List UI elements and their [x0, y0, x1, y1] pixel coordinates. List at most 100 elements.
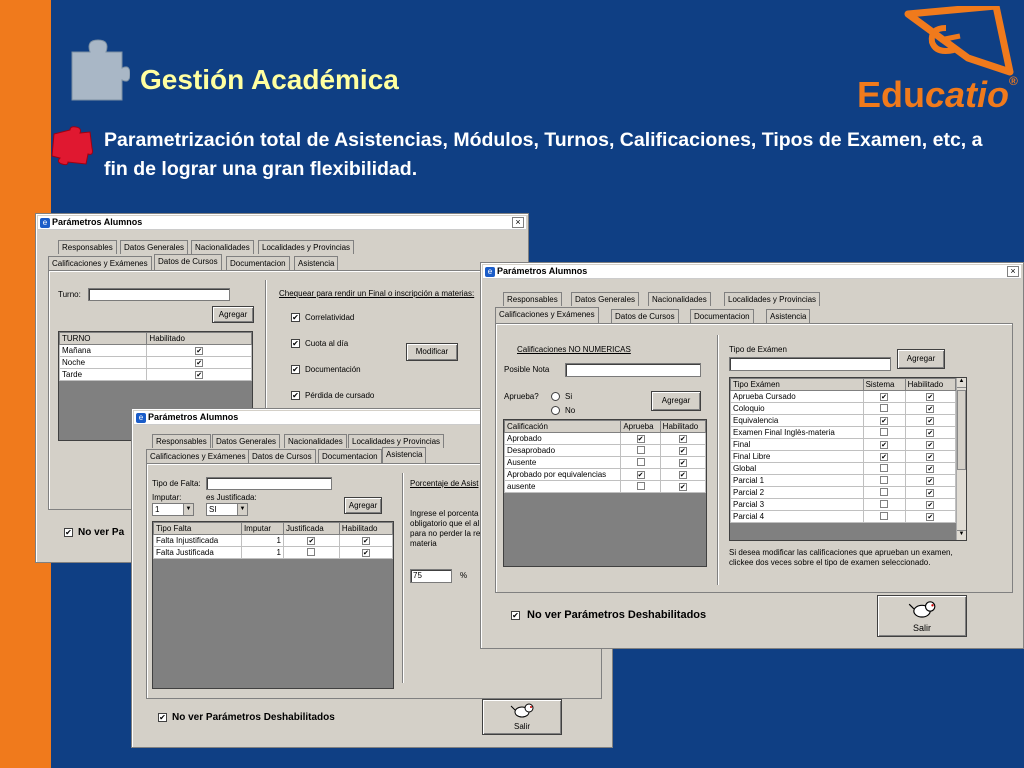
scroll-up-icon[interactable]: ▲ — [957, 378, 966, 388]
column-header[interactable]: Tipo Falta — [153, 522, 242, 535]
checkbox[interactable] — [880, 475, 889, 484]
tab-documentacion[interactable]: Documentacion — [690, 309, 754, 323]
tab-documentacion[interactable]: Documentacion — [226, 256, 290, 270]
table-row[interactable]: Aprobado por equivalencias — [504, 468, 706, 481]
agregar-button[interactable]: Agregar — [344, 497, 382, 514]
table-row[interactable]: Parcial 4 — [730, 510, 957, 523]
table-row[interactable]: Aprobado — [504, 432, 706, 445]
tab-datos-generales[interactable]: Datos Generales — [212, 434, 281, 448]
table-row[interactable]: Equivalencia — [730, 414, 957, 427]
table-row[interactable]: Tarde — [59, 368, 252, 381]
table-row[interactable]: Aprueba Cursado — [730, 390, 957, 403]
checkbox[interactable] — [361, 537, 370, 545]
checkbox[interactable] — [195, 347, 204, 355]
check-cuota[interactable]: ✔ — [291, 339, 300, 348]
table-row[interactable]: Falta Injustificada 1 — [153, 534, 393, 547]
checkbox[interactable] — [678, 483, 687, 491]
checkbox[interactable] — [195, 359, 204, 367]
tab-datos-cursos[interactable]: Datos de Cursos — [611, 309, 679, 323]
checkbox[interactable] — [678, 459, 687, 467]
tab-datos-generales[interactable]: Datos Generales — [571, 292, 640, 306]
tab-localidades[interactable]: Localidades y Provincias — [724, 292, 821, 306]
table-row[interactable]: Examen Final Inglès-materia — [730, 426, 957, 439]
checkbox[interactable] — [880, 487, 889, 496]
checkbox[interactable] — [880, 499, 889, 508]
table-row[interactable]: Parcial 2 — [730, 486, 957, 499]
checkbox[interactable] — [880, 441, 889, 449]
table-row[interactable]: ausente — [504, 480, 706, 493]
checkbox[interactable] — [880, 463, 889, 472]
porcentaje-input[interactable]: 75 — [410, 569, 452, 583]
checkbox[interactable] — [307, 537, 316, 545]
scroll-thumb[interactable] — [957, 390, 966, 470]
checkbox[interactable] — [926, 453, 935, 461]
checkbox[interactable] — [636, 457, 645, 466]
column-header[interactable]: Habilitado — [146, 332, 252, 345]
tab-calificaciones[interactable]: Calificaciones y Exámenes — [495, 307, 599, 323]
checkbox[interactable] — [880, 417, 889, 425]
checkbox[interactable] — [195, 371, 204, 379]
checkbox[interactable] — [880, 453, 889, 461]
table-row[interactable]: Ausente — [504, 456, 706, 469]
table-row[interactable]: Global — [730, 462, 957, 475]
checkbox[interactable] — [880, 427, 889, 436]
tab-datos-cursos[interactable]: Datos de Cursos — [154, 254, 222, 270]
chevron-down-icon[interactable]: ▼ — [183, 504, 193, 515]
checkbox[interactable] — [636, 481, 645, 490]
tab-datos-generales[interactable]: Datos Generales — [120, 240, 189, 254]
table-row[interactable]: Mañana — [59, 344, 252, 357]
radio-si[interactable] — [551, 392, 560, 401]
checkbox[interactable] — [307, 547, 316, 556]
tab-calificaciones[interactable]: Calificaciones y Exámenes — [146, 449, 250, 463]
chevron-down-icon[interactable]: ▼ — [237, 504, 247, 515]
tab-localidades[interactable]: Localidades y Provincias — [348, 434, 445, 448]
column-header[interactable]: Justificada — [282, 522, 340, 535]
column-header[interactable]: TURNO — [59, 332, 148, 345]
column-header[interactable]: Imputar — [240, 522, 284, 535]
column-header[interactable]: Habilitado — [338, 522, 393, 535]
checkbox[interactable] — [636, 471, 645, 479]
table-row[interactable]: Final — [730, 438, 957, 451]
checkbox[interactable] — [678, 447, 687, 455]
tab-localidades[interactable]: Localidades y Provincias — [258, 240, 355, 254]
checkbox[interactable] — [880, 403, 889, 412]
checkbox[interactable] — [926, 405, 935, 413]
tab-asistencia[interactable]: Asistencia — [294, 256, 339, 270]
scroll-down-icon[interactable]: ▼ — [957, 530, 966, 540]
table-row[interactable]: Parcial 1 — [730, 474, 957, 487]
agregar-button[interactable]: Agregar — [212, 306, 254, 323]
radio-no[interactable] — [551, 406, 560, 415]
tab-asistencia[interactable]: Asistencia — [382, 447, 427, 463]
justificada-combo[interactable]: SI ▼ — [206, 503, 248, 516]
checkbox[interactable] — [926, 441, 935, 449]
column-header[interactable]: Calificación — [504, 420, 622, 433]
turno-input[interactable] — [88, 288, 230, 301]
tab-nacionalidades[interactable]: Nacionalidades — [191, 240, 254, 254]
table-row[interactable]: Parcial 3 — [730, 498, 957, 511]
scrollbar[interactable]: ▲ ▼ — [956, 378, 966, 540]
tab-documentacion[interactable]: Documentacion — [318, 449, 382, 463]
salir-button[interactable]: Salir — [482, 699, 562, 735]
tab-nacionalidades[interactable]: Nacionalidades — [648, 292, 711, 306]
checkbox[interactable] — [926, 429, 935, 437]
table-row[interactable]: Falta Justificada 1 — [153, 546, 393, 559]
modificar-button[interactable]: Modificar — [406, 343, 458, 361]
checkbox[interactable] — [678, 435, 687, 443]
checkbox[interactable] — [880, 393, 889, 401]
table-row[interactable]: Noche — [59, 356, 252, 369]
no-ver-checkbox[interactable]: ✔ — [511, 611, 520, 620]
agregar-calificacion-button[interactable]: Agregar — [651, 391, 701, 411]
tipo-falta-input[interactable] — [206, 477, 332, 490]
tipo-examen-input[interactable] — [729, 357, 891, 371]
tab-nacionalidades[interactable]: Nacionalidades — [284, 434, 347, 448]
tab-responsables[interactable]: Responsables — [58, 240, 117, 254]
table-row[interactable]: Coloquio — [730, 402, 957, 415]
checkbox[interactable] — [361, 549, 370, 557]
tab-responsables[interactable]: Responsables — [152, 434, 211, 448]
checkbox[interactable] — [926, 513, 935, 521]
checkbox[interactable] — [636, 435, 645, 443]
check-correlatividad[interactable]: ✔ — [291, 313, 300, 322]
tab-responsables[interactable]: Responsables — [503, 292, 562, 306]
checkbox[interactable] — [926, 393, 935, 401]
table-row[interactable]: Desaprobado — [504, 444, 706, 457]
